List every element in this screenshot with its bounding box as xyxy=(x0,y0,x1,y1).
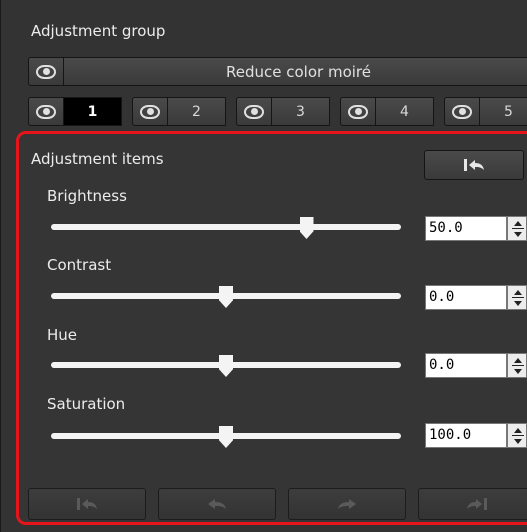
tab-4-label[interactable]: 4 xyxy=(376,97,434,126)
redo-button[interactable] xyxy=(288,488,406,520)
brightness-slider[interactable] xyxy=(51,217,401,239)
brightness-label: Brightness xyxy=(47,187,127,205)
group-visibility-toggle[interactable] xyxy=(28,57,64,86)
contrast-slider[interactable] xyxy=(51,286,401,308)
eye-icon xyxy=(348,104,368,119)
hue-value-field[interactable]: 0.0 xyxy=(425,353,507,378)
eye-icon xyxy=(452,104,472,119)
tab-2-label[interactable]: 2 xyxy=(168,97,226,126)
tab-3-label[interactable]: 3 xyxy=(272,97,330,126)
undo-to-start-icon xyxy=(464,159,484,171)
adjustment-group-row: Reduce color moiré xyxy=(28,57,527,86)
contrast-spinner[interactable] xyxy=(507,285,527,310)
eye-icon xyxy=(36,64,56,79)
history-buttons xyxy=(28,488,527,520)
adjustment-group-label: Adjustment group xyxy=(31,22,166,40)
hue-slider[interactable] xyxy=(51,355,401,377)
tab-4[interactable]: 4 xyxy=(340,97,438,126)
brightness-value-field[interactable]: 50.0 xyxy=(425,216,507,241)
first-step-icon xyxy=(77,498,97,510)
spin-down-icon xyxy=(514,301,522,306)
brightness-spinner[interactable] xyxy=(507,216,527,241)
contrast-label: Contrast xyxy=(47,256,112,274)
tab-5-visibility-toggle[interactable] xyxy=(444,97,480,126)
undo-icon xyxy=(208,499,226,509)
spin-down-icon xyxy=(514,439,522,444)
spin-up-icon xyxy=(514,358,522,363)
spin-up-icon xyxy=(514,428,522,433)
saturation-value-field[interactable]: 100.0 xyxy=(425,423,507,448)
eye-icon xyxy=(140,104,160,119)
tab-3[interactable]: 3 xyxy=(236,97,334,126)
first-step-button[interactable] xyxy=(28,488,146,520)
tab-5[interactable]: 5 xyxy=(444,97,527,126)
hue-spinner[interactable] xyxy=(507,353,527,378)
redo-icon xyxy=(338,499,356,509)
saturation-slider[interactable] xyxy=(51,426,401,448)
spin-up-icon xyxy=(514,221,522,226)
last-step-button[interactable] xyxy=(418,488,527,520)
undo-button[interactable] xyxy=(158,488,276,520)
reset-adjustments-button[interactable] xyxy=(424,150,524,180)
spin-up-icon xyxy=(514,290,522,295)
saturation-label: Saturation xyxy=(47,395,126,413)
tab-1-visibility-toggle[interactable] xyxy=(28,97,64,126)
tab-1-label[interactable]: 1 xyxy=(64,97,122,126)
eye-icon xyxy=(244,104,264,119)
reduce-color-moire-button[interactable]: Reduce color moiré xyxy=(64,57,527,86)
tab-4-visibility-toggle[interactable] xyxy=(340,97,376,126)
tab-2-visibility-toggle[interactable] xyxy=(132,97,168,126)
tab-1[interactable]: 1 xyxy=(28,97,126,126)
tab-5-label[interactable]: 5 xyxy=(480,97,527,126)
hue-label: Hue xyxy=(47,326,78,344)
adjustment-items-label: Adjustment items xyxy=(31,150,164,168)
last-step-icon xyxy=(467,498,487,510)
eye-icon xyxy=(36,104,56,119)
saturation-spinner[interactable] xyxy=(507,423,527,448)
tab-3-visibility-toggle[interactable] xyxy=(236,97,272,126)
spin-down-icon xyxy=(514,232,522,237)
tab-2[interactable]: 2 xyxy=(132,97,230,126)
spin-down-icon xyxy=(514,369,522,374)
adjustment-group-tabs: 1 2 3 4 5 xyxy=(28,97,527,126)
contrast-value-field[interactable]: 0.0 xyxy=(425,285,507,310)
